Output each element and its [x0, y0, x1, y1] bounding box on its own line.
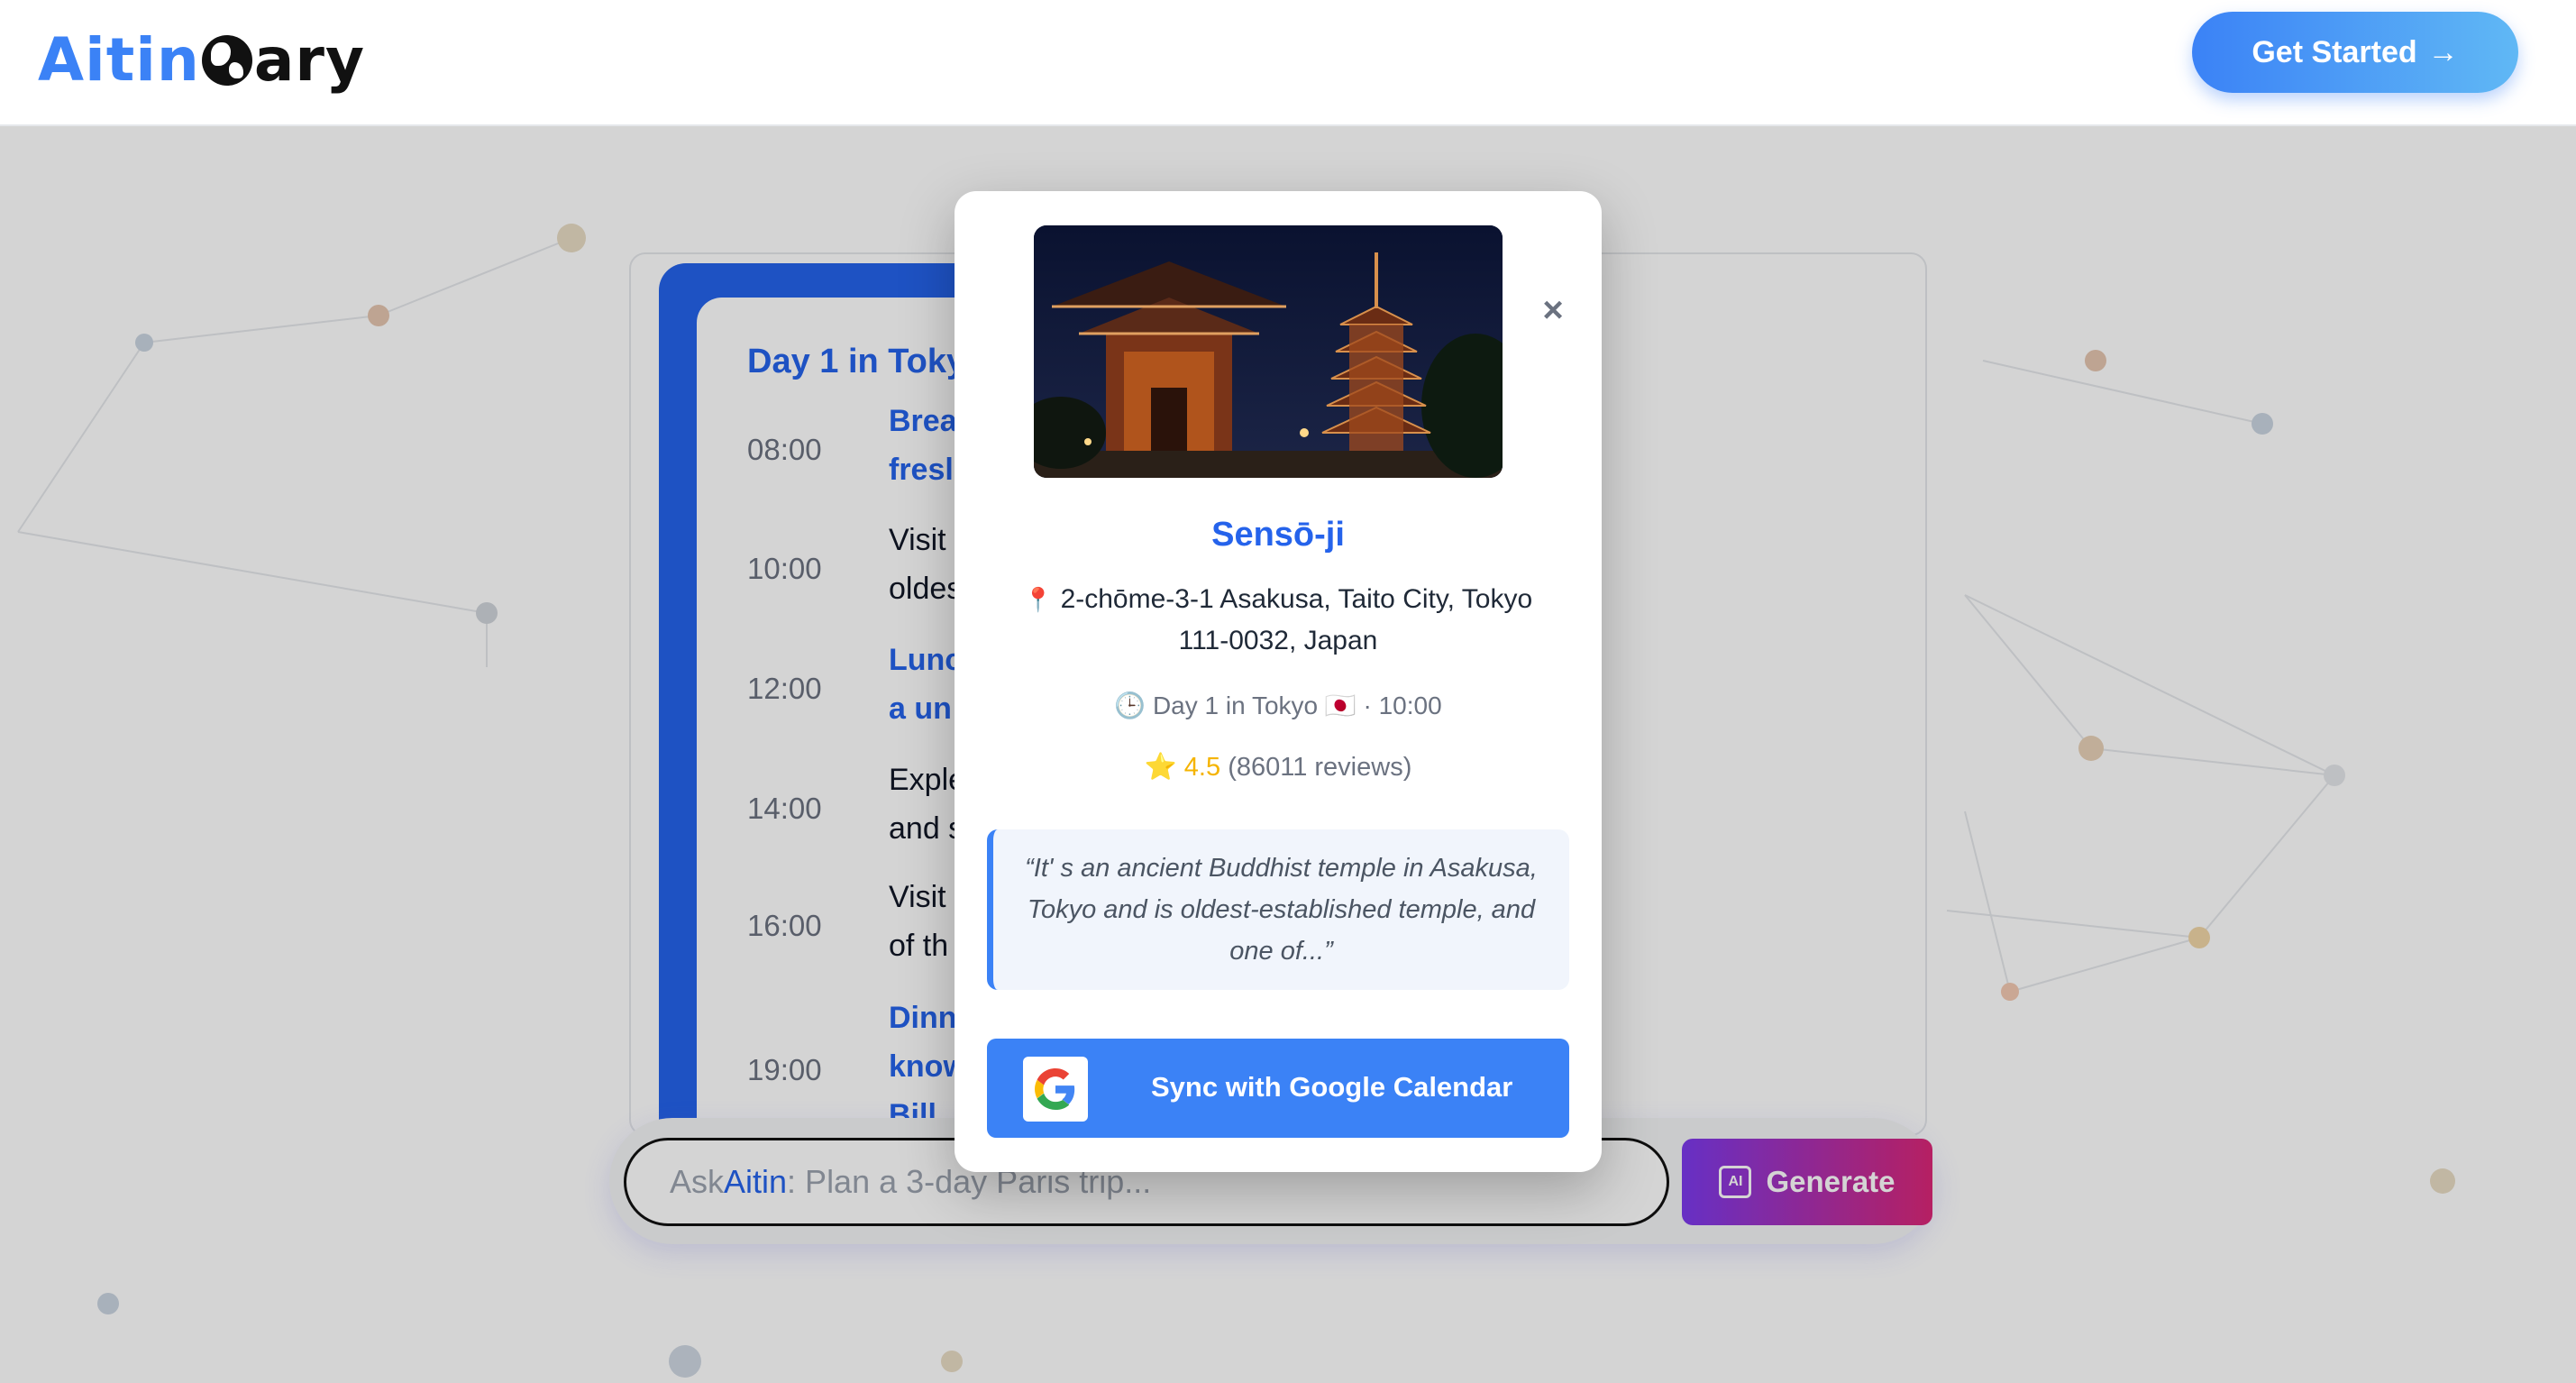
logo-text-part2: ary	[253, 25, 365, 95]
sync-google-calendar-button[interactable]: Sync with Google Calendar	[987, 1039, 1569, 1138]
place-detail-modal: × Sensō-ji 📍 2-chōme-3-1 Asakusa, Taito …	[955, 191, 1602, 1172]
temple-illustration	[1034, 225, 1503, 478]
google-icon	[1023, 1057, 1088, 1122]
rating: ⭐ 4.5 (86011 reviews)	[955, 752, 1602, 783]
rating-value: 4.5	[1183, 753, 1221, 782]
address-text: 2-chōme-3-1 Asakusa, Taito City, Tokyo 1…	[1060, 584, 1533, 655]
sync-label: Sync with Google Calendar	[1151, 1071, 1513, 1103]
place-photo	[1034, 225, 1503, 478]
place-address: 📍 2-chōme-3-1 Asakusa, Taito City, Tokyo…	[1000, 579, 1557, 662]
star-icon: ⭐	[1144, 753, 1177, 782]
logo-text-part1: Aitin	[38, 25, 200, 95]
globe-icon	[201, 35, 252, 86]
place-quote: “It' s an ancient Buddhist temple in Asa…	[987, 829, 1569, 990]
get-started-label: Get Started	[2252, 34, 2417, 69]
arrow-right-icon: →	[2427, 34, 2459, 69]
visit-meta: 🕒 Day 1 in Tokyo 🇯🇵 · 10:00	[955, 691, 1602, 720]
map-pin-icon: 📍	[1023, 586, 1054, 613]
app-logo[interactable]: Aitin ary	[38, 20, 365, 101]
place-name: Sensō-ji	[1211, 516, 1345, 554]
clock-icon: 🕒	[1114, 692, 1146, 719]
visit-meta-text: Day 1 in Tokyo 🇯🇵 · 10:00	[1152, 692, 1442, 719]
top-nav: Aitin ary Get Started →	[0, 0, 2576, 126]
get-started-button[interactable]: Get Started →	[2192, 12, 2518, 93]
review-count: (86011 reviews)	[1228, 753, 1412, 782]
close-icon[interactable]: ×	[1535, 290, 1571, 330]
